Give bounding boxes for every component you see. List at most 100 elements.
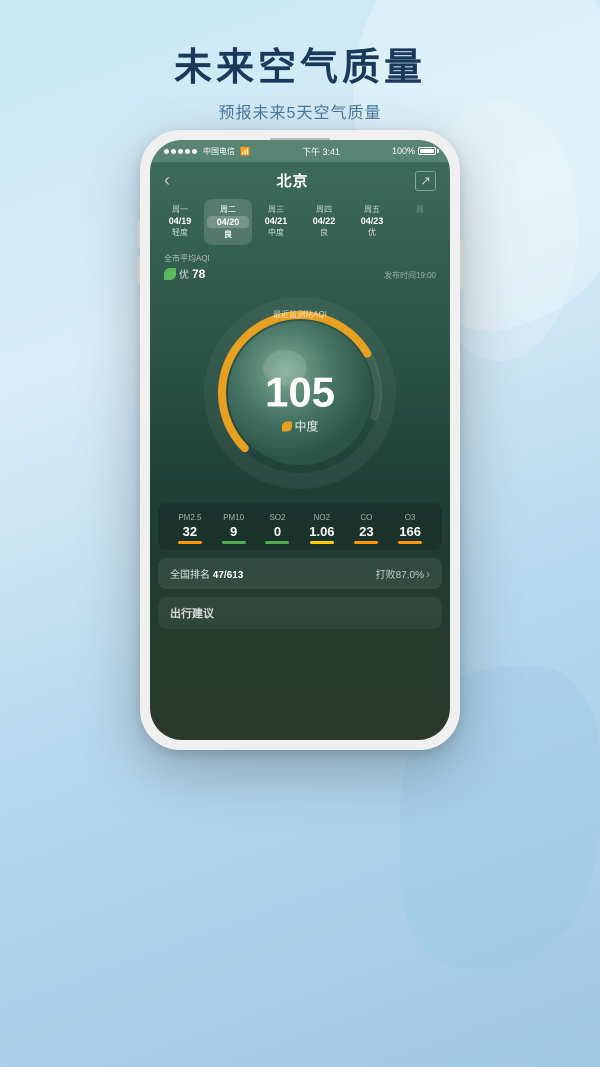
day-date-tuesday: 04/20	[207, 216, 249, 228]
pollutant-pm25-name: PM2.5	[178, 513, 202, 522]
chevron-right-icon: ›	[426, 567, 430, 581]
city-aqi-label: 全市平均AQI	[164, 253, 210, 264]
battery-fill	[420, 149, 434, 153]
day-date-monday: 04/19	[159, 216, 201, 226]
pollutant-pm25-value: 32	[178, 524, 202, 539]
gauge-leaf-icon	[281, 421, 291, 431]
day-name-thursday: 周四	[303, 204, 345, 215]
pollutant-co-value: 23	[354, 524, 378, 539]
ranking-label: 全国排名 47/613	[170, 566, 243, 581]
pollutant-so2: SO2 0	[265, 513, 289, 544]
day-name-monday: 周一	[159, 204, 201, 215]
day-quality-tuesday: 良	[207, 229, 249, 240]
back-button[interactable]: ‹	[164, 170, 170, 191]
pollutant-co: CO 23	[354, 513, 378, 544]
status-left: 中国电信 📶	[164, 146, 250, 157]
gauge-container: 最近监测站AQI	[200, 293, 400, 493]
battery-percent: 100%	[392, 146, 415, 156]
status-right: 100%	[392, 146, 436, 156]
phone-outer: 中国电信 📶 下午 3:41 100% ‹ 北京 ↗	[140, 130, 460, 750]
gauge-center: 105 中度	[265, 352, 335, 435]
aqi-info-row: 全市平均AQI 优 78 发布时间19:00	[150, 249, 450, 285]
pollutant-co-bar	[354, 541, 378, 544]
volume-down-button	[137, 256, 140, 284]
pollutant-o3-value: 166	[398, 524, 422, 539]
status-bar: 中国电信 📶 下午 3:41 100%	[150, 140, 450, 162]
share-button[interactable]: ↗	[415, 171, 436, 191]
power-button	[460, 240, 463, 290]
pollutant-pm25-bar	[178, 541, 202, 544]
day-quality-monday: 轻度	[159, 227, 201, 238]
volume-up-button	[137, 220, 140, 248]
pollutant-so2-value: 0	[265, 524, 289, 539]
pollutant-no2-value: 1.06	[309, 524, 334, 539]
day-quality-wednesday: 中度	[255, 227, 297, 238]
aqi-quality-text: 优	[179, 266, 189, 281]
day-name-wednesday: 周三	[255, 204, 297, 215]
publish-time: 发布时间19:00	[384, 270, 436, 281]
day-name-tuesday: 周二	[207, 204, 249, 215]
pollutant-no2: NO2 1.06	[309, 513, 334, 544]
day-date-thursday: 04/22	[303, 216, 345, 226]
day-tab-monday[interactable]: 周一 04/19 轻度	[156, 199, 204, 245]
ranking-right: 打败87.0% ›	[376, 566, 430, 581]
day-date-wednesday: 04/21	[255, 216, 297, 226]
gauge-quality: 中度	[265, 418, 335, 435]
status-time: 下午 3:41	[302, 145, 340, 158]
pollutant-pm10-name: PM10	[222, 513, 246, 522]
day-quality-friday: 优	[351, 227, 393, 238]
pollutant-pm25: PM2.5 32	[178, 513, 202, 544]
signal-dot-4	[185, 149, 190, 154]
carrier-name: 中国电信	[203, 146, 235, 157]
pollutant-pm10-bar	[222, 541, 246, 544]
gauge-aqi-value: 105	[265, 372, 335, 414]
ranking-prefix: 全国排名	[170, 570, 213, 581]
day-date-friday: 04/23	[351, 216, 393, 226]
pollutants-row: PM2.5 32 PM10 9 SO2 0 N	[158, 503, 442, 550]
city-aqi-value: 优 78	[164, 266, 210, 281]
pollutant-so2-name: SO2	[265, 513, 289, 522]
battery-icon	[418, 147, 436, 155]
aqi-num-text: 78	[192, 267, 205, 281]
nav-title: 北京	[277, 170, 309, 191]
gauge-quality-text: 中度	[294, 418, 318, 435]
pollutant-co-name: CO	[354, 513, 378, 522]
pollutant-no2-name: NO2	[309, 513, 334, 522]
ranking-value: 47/613	[213, 570, 244, 581]
pollutant-o3-name: O3	[398, 513, 422, 522]
day-tab-extra[interactable]: 周	[396, 199, 444, 245]
beat-label: 打败87.0%	[376, 566, 424, 581]
pollutant-so2-bar	[265, 541, 289, 544]
ranking-row[interactable]: 全国排名 47/613 打败87.0% ›	[158, 558, 442, 589]
day-name-extra: 周	[399, 204, 441, 215]
phone-screen: 中国电信 📶 下午 3:41 100% ‹ 北京 ↗	[150, 140, 450, 740]
day-tab-wednesday[interactable]: 周三 04/21 中度	[252, 199, 300, 245]
nav-bar: ‹ 北京 ↗	[150, 162, 450, 199]
day-tab-friday[interactable]: 周五 04/23 优	[348, 199, 396, 245]
day-tab-tuesday[interactable]: 周二 04/20 良	[204, 199, 252, 245]
pollutant-no2-bar	[310, 541, 334, 544]
gauge-station-label: 最近监测站AQI	[273, 309, 327, 320]
day-tab-thursday[interactable]: 周四 04/22 良	[300, 199, 348, 245]
day-quality-thursday: 良	[303, 227, 345, 238]
pollutant-o3: O3 166	[398, 513, 422, 544]
phone-mockup: 中国电信 📶 下午 3:41 100% ‹ 北京 ↗	[140, 130, 460, 750]
signal-dot-3	[178, 149, 183, 154]
pollutant-o3-bar	[398, 541, 422, 544]
pollutant-pm10: PM10 9	[222, 513, 246, 544]
signal-dot-1	[164, 149, 169, 154]
leaf-icon-green	[164, 268, 176, 280]
sub-title: 预报未来5天空气质量	[0, 99, 600, 123]
travel-title: 出行建议	[170, 605, 430, 621]
day-tabs: 周一 04/19 轻度 周二 04/20 良 周三 04/21 中度	[156, 199, 444, 245]
wifi-icon: 📶	[240, 147, 250, 156]
main-title: 未来空气质量	[0, 36, 600, 91]
signal-dot-5	[192, 149, 197, 154]
travel-section: 出行建议	[158, 597, 442, 629]
pollutant-pm10-value: 9	[222, 524, 246, 539]
day-name-friday: 周五	[351, 204, 393, 215]
city-aqi-left: 全市平均AQI 优 78	[164, 253, 210, 281]
signal-dots	[164, 149, 197, 154]
header-section: 未来空气质量 预报未来5天空气质量	[0, 0, 600, 123]
app-screen: ‹ 北京 ↗ 周一 04/19 轻度 周二 04/20 良	[150, 162, 450, 740]
